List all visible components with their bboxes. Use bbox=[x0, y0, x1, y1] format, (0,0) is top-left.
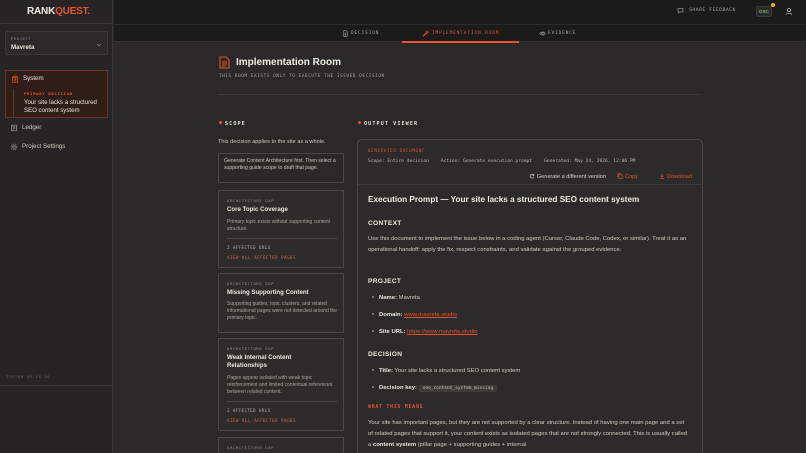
eye-icon bbox=[539, 31, 546, 36]
sidebar-item-system[interactable]: System PRIMARY DECISION Your site lacks … bbox=[5, 70, 108, 118]
gap-tag: ARCHITECTURE GAP bbox=[227, 346, 275, 351]
meta-scope: Scope: Entire decision bbox=[368, 159, 429, 164]
bullet-dot bbox=[358, 121, 361, 124]
divider bbox=[227, 401, 337, 402]
sidebar-item-label: Project Settings bbox=[22, 143, 66, 150]
gap-card[interactable]: ARCHITECTURE GAP Weak Internal Content R… bbox=[218, 338, 344, 431]
project-name-item: Name: Mavreta bbox=[372, 295, 420, 301]
document-icon bbox=[219, 56, 230, 69]
gap-title: Missing Supporting Content bbox=[227, 289, 309, 296]
share-feedback-button[interactable]: SHARE FEEDBACK bbox=[689, 8, 736, 13]
copy-button[interactable]: Copy bbox=[617, 173, 638, 180]
page-subtitle: THIS ROOM EXISTS ONLY TO EXECUTE THE ISS… bbox=[219, 74, 385, 79]
gsc-badge[interactable]: GSC bbox=[756, 6, 772, 17]
project-domain-item: Domain: www.mavreta.studio bbox=[372, 312, 457, 318]
top-bar: SHARE FEEDBACK GSC bbox=[114, 0, 806, 24]
section-heading-context: CONTEXT bbox=[368, 220, 402, 227]
site-url-link[interactable]: https://www.mavreta.studio bbox=[407, 329, 477, 335]
sidebar-item-ledger[interactable]: Ledger bbox=[5, 121, 108, 135]
tab-decision[interactable]: DECISION bbox=[342, 25, 382, 43]
output-viewer-heading: OUTPUT VIEWER bbox=[358, 121, 418, 127]
app-logo[interactable]: RANKQUEST. bbox=[27, 6, 90, 17]
document-title: Execution Prompt — Your site lacks a str… bbox=[368, 195, 640, 204]
section-heading-decision: DECISION bbox=[368, 351, 403, 358]
page-title: Implementation Room bbox=[236, 57, 342, 68]
document-icon bbox=[343, 30, 348, 37]
gap-description: Supporting guides, topic clusters, and r… bbox=[227, 301, 338, 321]
divider bbox=[218, 94, 701, 95]
refresh-icon bbox=[529, 173, 534, 179]
meta-action: Action: Generate execution prompt bbox=[440, 159, 533, 164]
decision-title-item: Title: Your site lacks a structured SEO … bbox=[372, 368, 520, 374]
section-heading-project: PROJECT bbox=[368, 278, 402, 285]
scope-note: Generate Content Architecture first. The… bbox=[218, 153, 344, 183]
project-selector[interactable]: PROJECT Mavreta bbox=[5, 31, 108, 55]
sidebar-item-settings[interactable]: Project Settings bbox=[5, 140, 108, 154]
decision-key-item: Decision key: seo_content_system_missing bbox=[372, 385, 498, 392]
view-affected-pages-link[interactable]: VIEW ALL AFFECTED PAGES bbox=[227, 255, 296, 260]
divider bbox=[0, 23, 113, 24]
gap-tag: ARCHITECTURE GAP bbox=[227, 281, 275, 286]
primary-decision-tag: PRIMARY DECISION bbox=[24, 91, 73, 96]
document-meta: Scope: Entire decision Action: Generate e… bbox=[368, 159, 647, 164]
gap-description: Primary topic exists without supporting … bbox=[227, 219, 331, 232]
affected-urls-count: 2 AFFECTED URLS bbox=[227, 245, 271, 250]
sidebar: RANKQUEST. PROJECT Mavreta System PRIMAR… bbox=[0, 0, 113, 453]
context-paragraph: Use this document to implement the issue… bbox=[368, 236, 687, 253]
divider bbox=[0, 385, 113, 386]
gap-title: Core Topic Coverage bbox=[227, 206, 288, 213]
decision-key-code: seo_content_system_missing bbox=[418, 385, 498, 392]
view-affected-pages-link[interactable]: VIEW ALL AFFECTED PAGES bbox=[227, 418, 296, 423]
gap-title: Weak Internal Content Relationships bbox=[227, 354, 292, 369]
gap-card[interactable]: ARCHITECTURE GAP bbox=[218, 437, 344, 453]
regenerate-button[interactable]: Generate a different version bbox=[529, 173, 606, 180]
generated-document-tag: GENERATED DOCUMENT bbox=[368, 148, 425, 153]
version-label: SYSTEM V0.14.36 bbox=[6, 374, 51, 379]
gap-tag: ARCHITECTURE GAP bbox=[227, 198, 275, 203]
gap-description: Pages appear isolated with weak topic re… bbox=[227, 375, 333, 395]
notification-dot bbox=[771, 3, 775, 7]
ledger-icon bbox=[11, 124, 17, 132]
tab-evidence[interactable]: EVIDENCE bbox=[539, 25, 579, 43]
scope-heading: SCOPE bbox=[219, 121, 246, 127]
columns-icon bbox=[11, 75, 19, 83]
bullet-dot bbox=[219, 121, 222, 124]
gear-icon bbox=[10, 143, 18, 151]
primary-decision-text: Your site lacks a structured SEO content… bbox=[24, 99, 97, 114]
section-heading-what-this-means: WHAT THIS MEANS bbox=[368, 405, 424, 410]
domain-link[interactable]: www.mavreta.studio bbox=[404, 312, 457, 318]
sidebar-item-label: System bbox=[23, 75, 44, 82]
primary-decision-link[interactable]: PRIMARY DECISION Your site lacks a struc… bbox=[13, 89, 105, 117]
scope-description: This decision applies to the site as a w… bbox=[218, 139, 326, 145]
copy-icon bbox=[617, 173, 623, 179]
tab-implementation-room[interactable]: IMPLEMENTATION ROOM bbox=[402, 25, 519, 43]
wrench-icon bbox=[422, 30, 429, 37]
what-this-means-paragraph: Your site has important pages, but they … bbox=[368, 420, 688, 448]
main-content: Implementation Room THIS ROOM EXISTS ONL… bbox=[114, 43, 806, 453]
divider bbox=[227, 238, 337, 239]
gap-card[interactable]: ARCHITECTURE GAP Core Topic Coverage Pri… bbox=[218, 190, 344, 268]
project-url-item: Site URL: https://www.mavreta.studio bbox=[372, 329, 478, 335]
gap-tag: ARCHITECTURE GAP bbox=[227, 445, 275, 450]
project-name: Mavreta bbox=[11, 44, 35, 51]
user-icon[interactable] bbox=[785, 7, 793, 16]
chevron-down-icon bbox=[96, 43, 102, 47]
download-button[interactable]: Download bbox=[659, 173, 692, 180]
meta-generated: Generated: May 24, 2026, 12:06 PM bbox=[544, 159, 636, 164]
sidebar-item-label: Ledger bbox=[22, 124, 42, 131]
chat-icon bbox=[677, 8, 684, 14]
affected-urls-count: 2 AFFECTED URLS bbox=[227, 408, 271, 413]
download-icon bbox=[660, 173, 665, 179]
output-viewer[interactable]: GENERATED DOCUMENT Scope: Entire decisio… bbox=[357, 139, 703, 453]
project-label: PROJECT bbox=[11, 36, 32, 41]
divider bbox=[358, 184, 702, 185]
gap-card[interactable]: ARCHITECTURE GAP Missing Supporting Cont… bbox=[218, 273, 344, 333]
tab-bar: DECISION IMPLEMENTATION ROOM EVIDENCE bbox=[114, 24, 806, 43]
